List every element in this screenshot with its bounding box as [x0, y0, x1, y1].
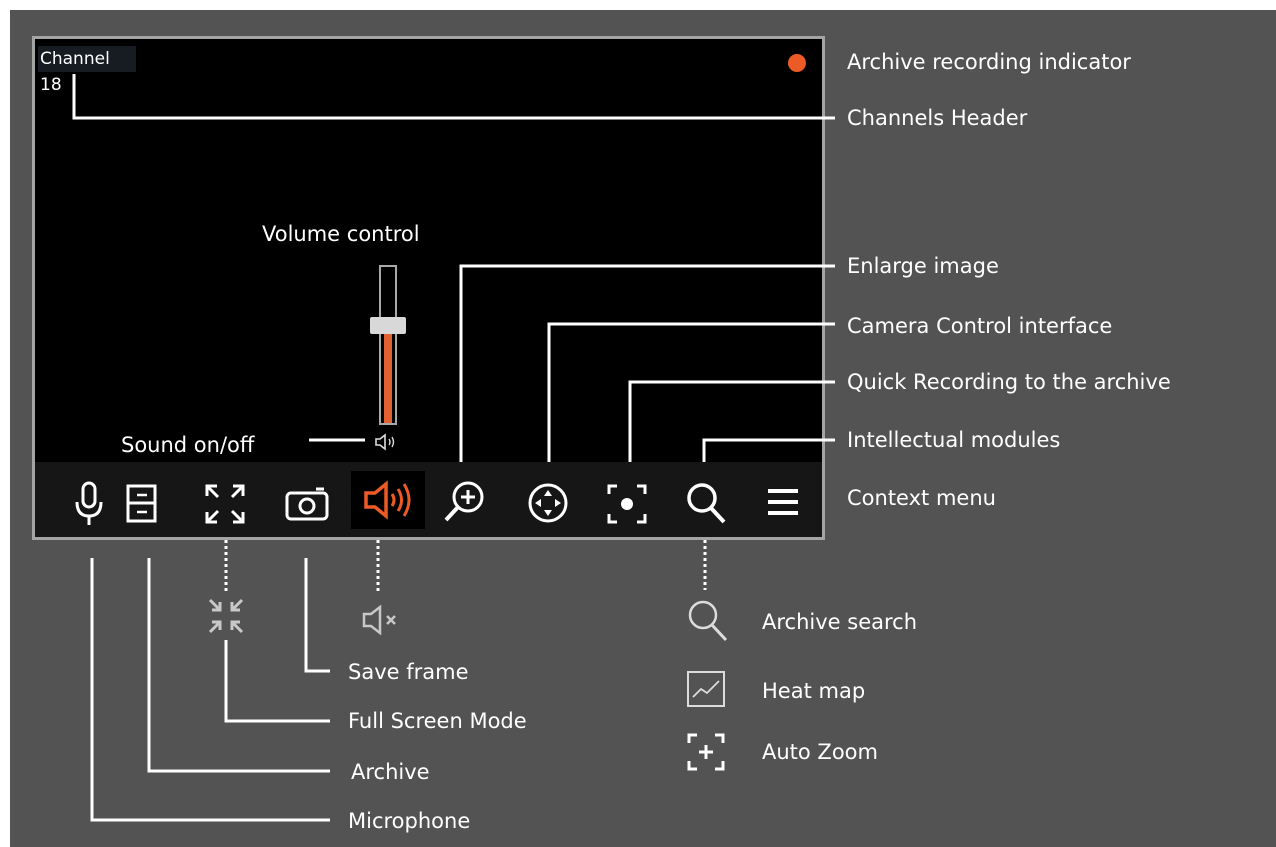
label-archive-search: Archive search [762, 610, 918, 634]
archive-recording-indicator [788, 54, 806, 72]
sound-icon[interactable] [362, 480, 416, 520]
label-quick-recording: Quick Recording to the archive [847, 370, 1171, 394]
label-camera-control-interface: Camera Control interface [847, 314, 1113, 338]
label-microphone: Microphone [348, 809, 471, 833]
channel-header: Channel 18 [38, 46, 136, 95]
volume-slider-handle[interactable] [370, 317, 406, 335]
exit-fullscreen-icon [208, 598, 244, 634]
fullscreen-icon[interactable] [203, 482, 247, 526]
camera-icon[interactable] [284, 487, 330, 523]
quick-record-icon[interactable] [606, 483, 648, 525]
label-archive: Archive [351, 760, 430, 784]
menu-icon[interactable] [766, 486, 800, 518]
sound-off-icon [362, 604, 396, 636]
label-full-screen-mode: Full Screen Mode [348, 709, 527, 733]
label-volume-control: Volume control [262, 222, 420, 246]
zoom-in-icon[interactable] [442, 479, 488, 525]
label-heat-map: Heat map [762, 679, 866, 703]
ptz-icon[interactable] [526, 481, 570, 525]
search-icon[interactable] [684, 480, 728, 526]
auto-zoom-icon [687, 733, 725, 771]
label-enlarge-image: Enlarge image [847, 254, 999, 278]
heat-map-icon [687, 671, 725, 707]
label-channels-header: Channels Header [847, 106, 1028, 130]
archive-icon[interactable] [125, 483, 159, 525]
label-auto-zoom: Auto Zoom [762, 740, 878, 764]
label-archive-recording-indicator: Archive recording indicator [847, 50, 1131, 74]
label-sound-onoff: Sound on/off [121, 433, 255, 457]
label-intellectual-modules: Intellectual modules [847, 428, 1061, 452]
microphone-icon[interactable] [72, 480, 106, 528]
label-save-frame: Save frame [348, 660, 469, 684]
volume-slider-fill [384, 326, 392, 423]
archive-search-icon [688, 600, 728, 642]
label-context-menu: Context menu [847, 486, 996, 510]
speaker-small-icon[interactable] [374, 432, 402, 452]
